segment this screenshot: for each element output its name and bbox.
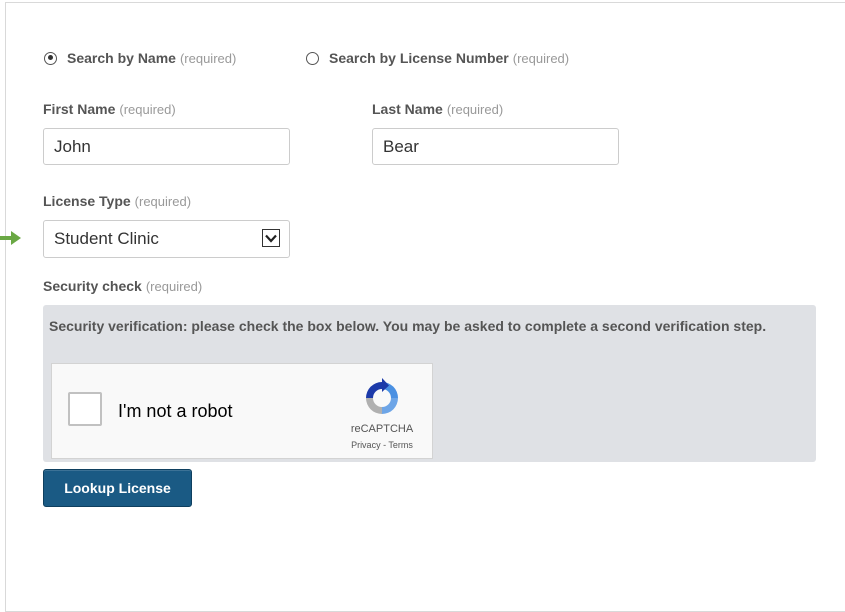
not-robot-label: I'm not a robot — [118, 401, 233, 421]
recaptcha-links: Privacy - Terms — [332, 440, 432, 450]
first-name-input[interactable] — [43, 128, 290, 165]
first-name-label: First Name (required) — [43, 101, 176, 117]
required-hint: (required) — [446, 102, 504, 117]
recaptcha-brand: reCAPTCHA — [350, 423, 414, 435]
security-check-label-text: Security check — [43, 278, 142, 294]
license-type-select[interactable]: Student Clinic — [43, 220, 290, 258]
not-robot-checkbox[interactable] — [68, 392, 102, 426]
search-by-license-label: Search by License Number — [329, 50, 509, 66]
security-instruction: Security verification: please check the … — [49, 318, 767, 334]
first-name-label-text: First Name — [43, 101, 116, 117]
license-type-label: License Type (required) — [43, 193, 191, 209]
last-name-label: Last Name (required) — [372, 101, 503, 117]
license-type-label-text: License Type — [43, 193, 131, 209]
recaptcha-terms-link[interactable]: Terms — [388, 440, 413, 450]
required-hint: (required) — [512, 50, 570, 66]
radio-selected-icon[interactable] — [44, 51, 57, 65]
required-hint: (required) — [145, 279, 203, 294]
last-name-label-text: Last Name — [372, 101, 443, 117]
last-name-input[interactable] — [372, 128, 619, 165]
chevron-down-icon[interactable] — [262, 229, 280, 247]
required-hint: (required) — [134, 194, 192, 209]
recaptcha-logo-icon — [366, 378, 398, 414]
arrow-right-icon — [0, 231, 21, 245]
security-check-label: Security check (required) — [43, 278, 202, 294]
license-type-value: Student Clinic — [54, 229, 159, 248]
required-hint: (required) — [119, 102, 176, 117]
search-by-license-option[interactable]: Search by License Number (required) — [306, 50, 569, 66]
radio-unselected-icon[interactable] — [306, 51, 319, 65]
security-verification-box: Security verification: please check the … — [43, 305, 816, 462]
lookup-license-button[interactable]: Lookup License — [43, 469, 192, 507]
recaptcha-widget: I'm not a robot reCAPTCHA Privacy - Term… — [51, 363, 433, 459]
recaptcha-privacy-link[interactable]: Privacy — [351, 440, 381, 450]
search-by-name-option[interactable]: Search by Name (required) — [44, 50, 236, 66]
search-by-name-label: Search by Name — [67, 50, 176, 66]
required-hint: (required) — [179, 50, 237, 66]
